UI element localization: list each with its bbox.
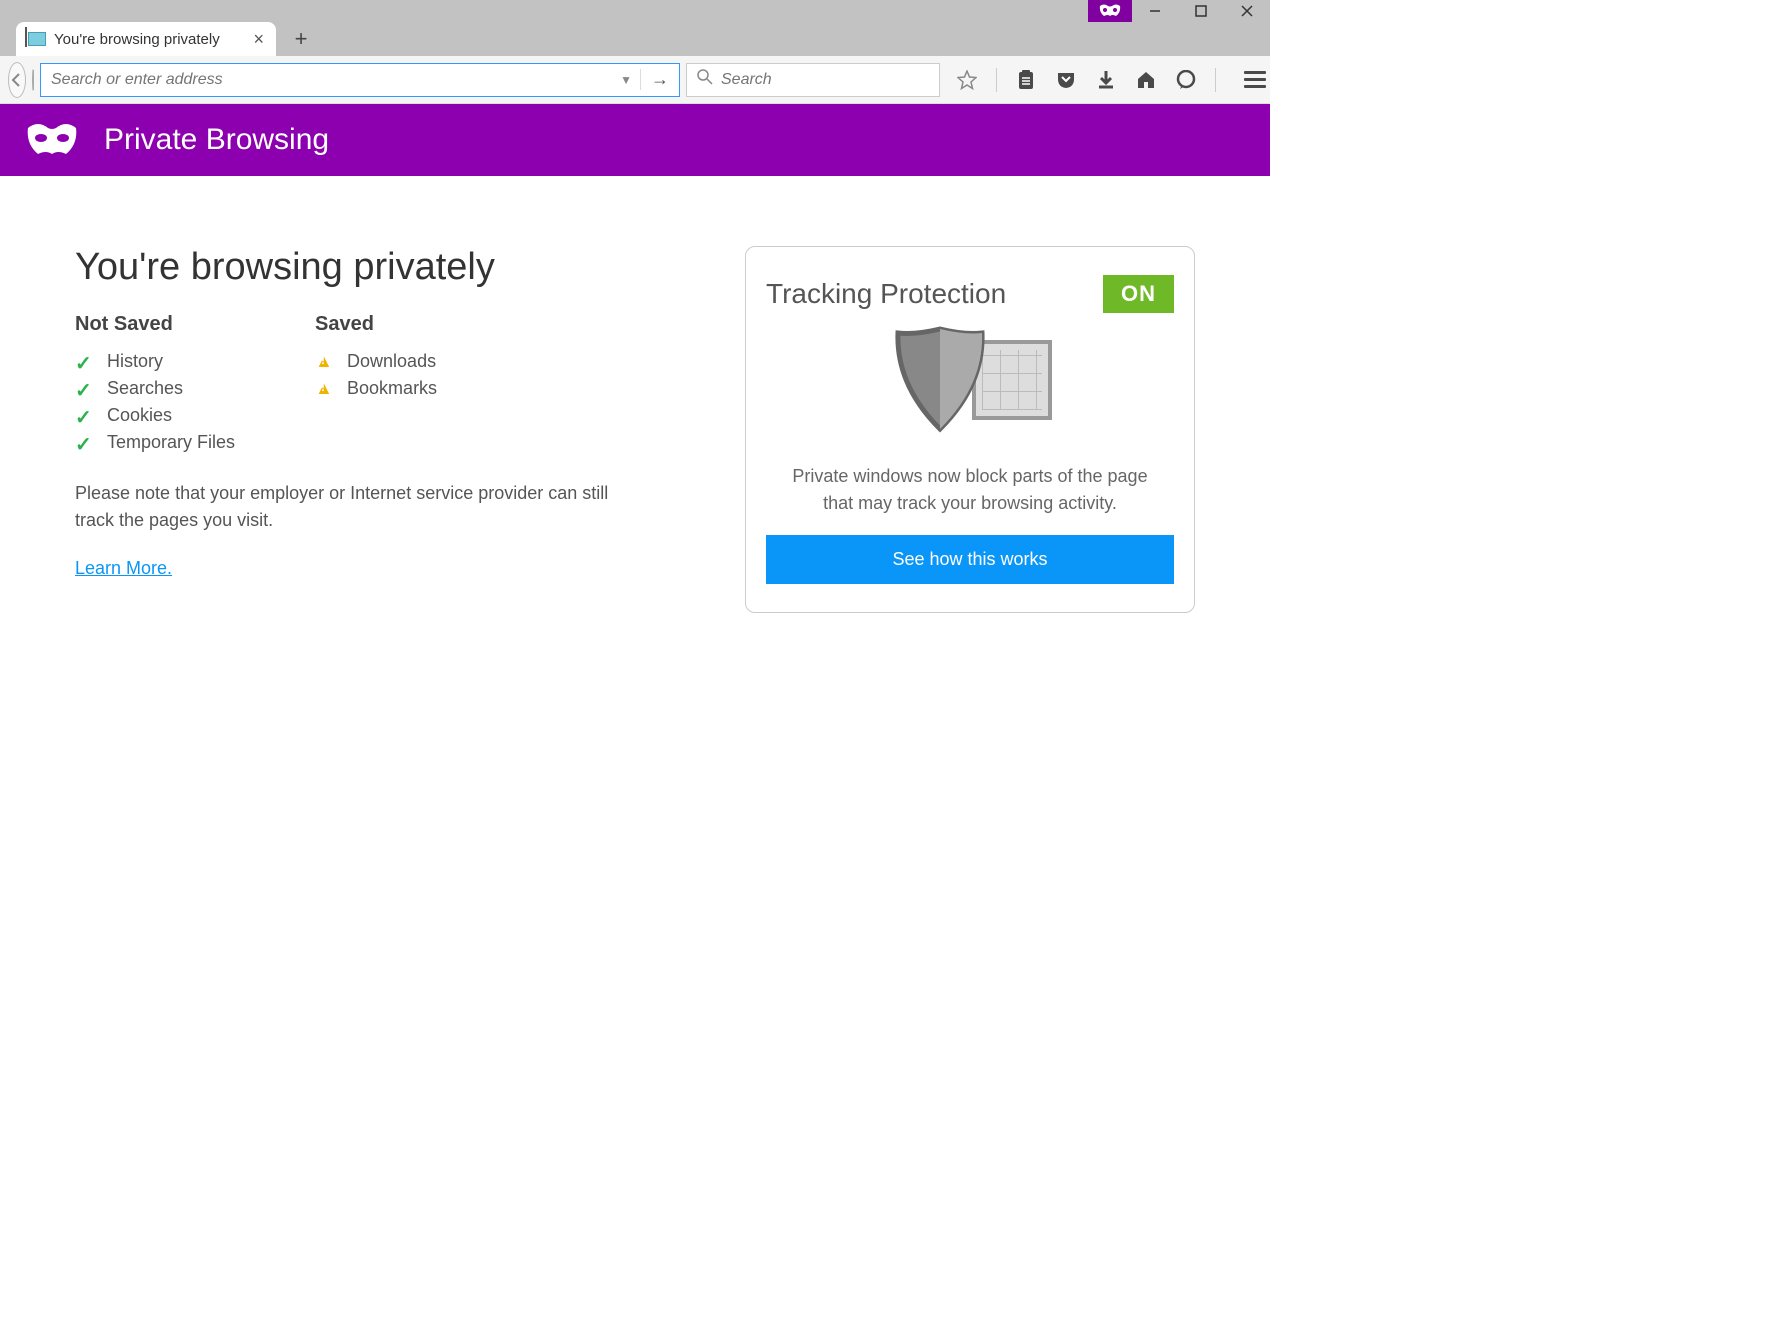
pocket-icon[interactable] xyxy=(1055,69,1077,91)
page-heading: You're browsing privately xyxy=(75,246,645,289)
tab-title: You're browsing privately xyxy=(54,31,220,48)
private-tab-icon xyxy=(28,32,46,46)
card-description: Private windows now block parts of the p… xyxy=(766,463,1174,517)
close-window-button[interactable] xyxy=(1224,0,1270,22)
saved-list: Downloads Bookmarks xyxy=(315,348,437,402)
banner-title: Private Browsing xyxy=(104,123,329,157)
home-icon[interactable] xyxy=(1135,69,1157,91)
list-item: Searches xyxy=(75,375,235,402)
url-dropdown-icon[interactable]: ▼ xyxy=(620,73,632,87)
list-item: Bookmarks xyxy=(315,375,437,402)
downloads-icon[interactable] xyxy=(1095,69,1117,91)
private-browsing-banner: Private Browsing xyxy=(0,104,1270,176)
globe-icon xyxy=(32,69,34,91)
toolbar-separator xyxy=(1215,68,1216,92)
tab-private-browsing[interactable]: You're browsing privately × xyxy=(16,22,276,56)
tracking-protection-card: Tracking Protection ON Private windows n… xyxy=(745,246,1195,613)
card-title: Tracking Protection xyxy=(766,278,1006,310)
not-saved-list: History Searches Cookies Temporary Files xyxy=(75,348,235,456)
saved-heading: Saved xyxy=(315,313,437,336)
url-bar[interactable]: ▼ → xyxy=(40,63,680,97)
tab-strip: You're browsing privately × + xyxy=(0,8,1270,56)
list-item: Cookies xyxy=(75,402,235,429)
not-saved-heading: Not Saved xyxy=(75,313,235,336)
go-button[interactable]: → xyxy=(640,69,669,90)
search-icon xyxy=(697,69,713,90)
search-box[interactable] xyxy=(686,63,940,97)
list-item: History xyxy=(75,348,235,375)
back-button[interactable] xyxy=(8,62,26,98)
tracking-on-badge[interactable]: ON xyxy=(1103,275,1174,313)
learn-more-link[interactable]: Learn More. xyxy=(75,558,172,578)
url-input[interactable] xyxy=(51,71,612,89)
private-mode-indicator xyxy=(1088,0,1132,22)
new-tab-button[interactable]: + xyxy=(284,22,318,56)
disclaimer-text: Please note that your employer or Intern… xyxy=(75,480,645,534)
mask-icon xyxy=(24,118,80,162)
chat-icon[interactable] xyxy=(1175,69,1197,91)
minimize-button[interactable] xyxy=(1132,0,1178,22)
see-how-button[interactable]: See how this works xyxy=(766,535,1174,584)
clipboard-icon[interactable] xyxy=(1015,69,1037,91)
shield-illustration xyxy=(870,325,1070,445)
bookmark-star-icon[interactable] xyxy=(956,69,978,91)
menu-button[interactable] xyxy=(1244,71,1266,88)
toolbar-separator xyxy=(996,68,997,92)
list-item: Downloads xyxy=(315,348,437,375)
maximize-button[interactable] xyxy=(1178,0,1224,22)
titlebar xyxy=(0,0,1270,8)
nav-toolbar: ▼ → xyxy=(0,56,1270,104)
back-arrow-icon xyxy=(9,72,25,88)
close-tab-button[interactable]: × xyxy=(253,29,264,50)
list-item: Temporary Files xyxy=(75,429,235,456)
search-input[interactable] xyxy=(721,71,929,89)
